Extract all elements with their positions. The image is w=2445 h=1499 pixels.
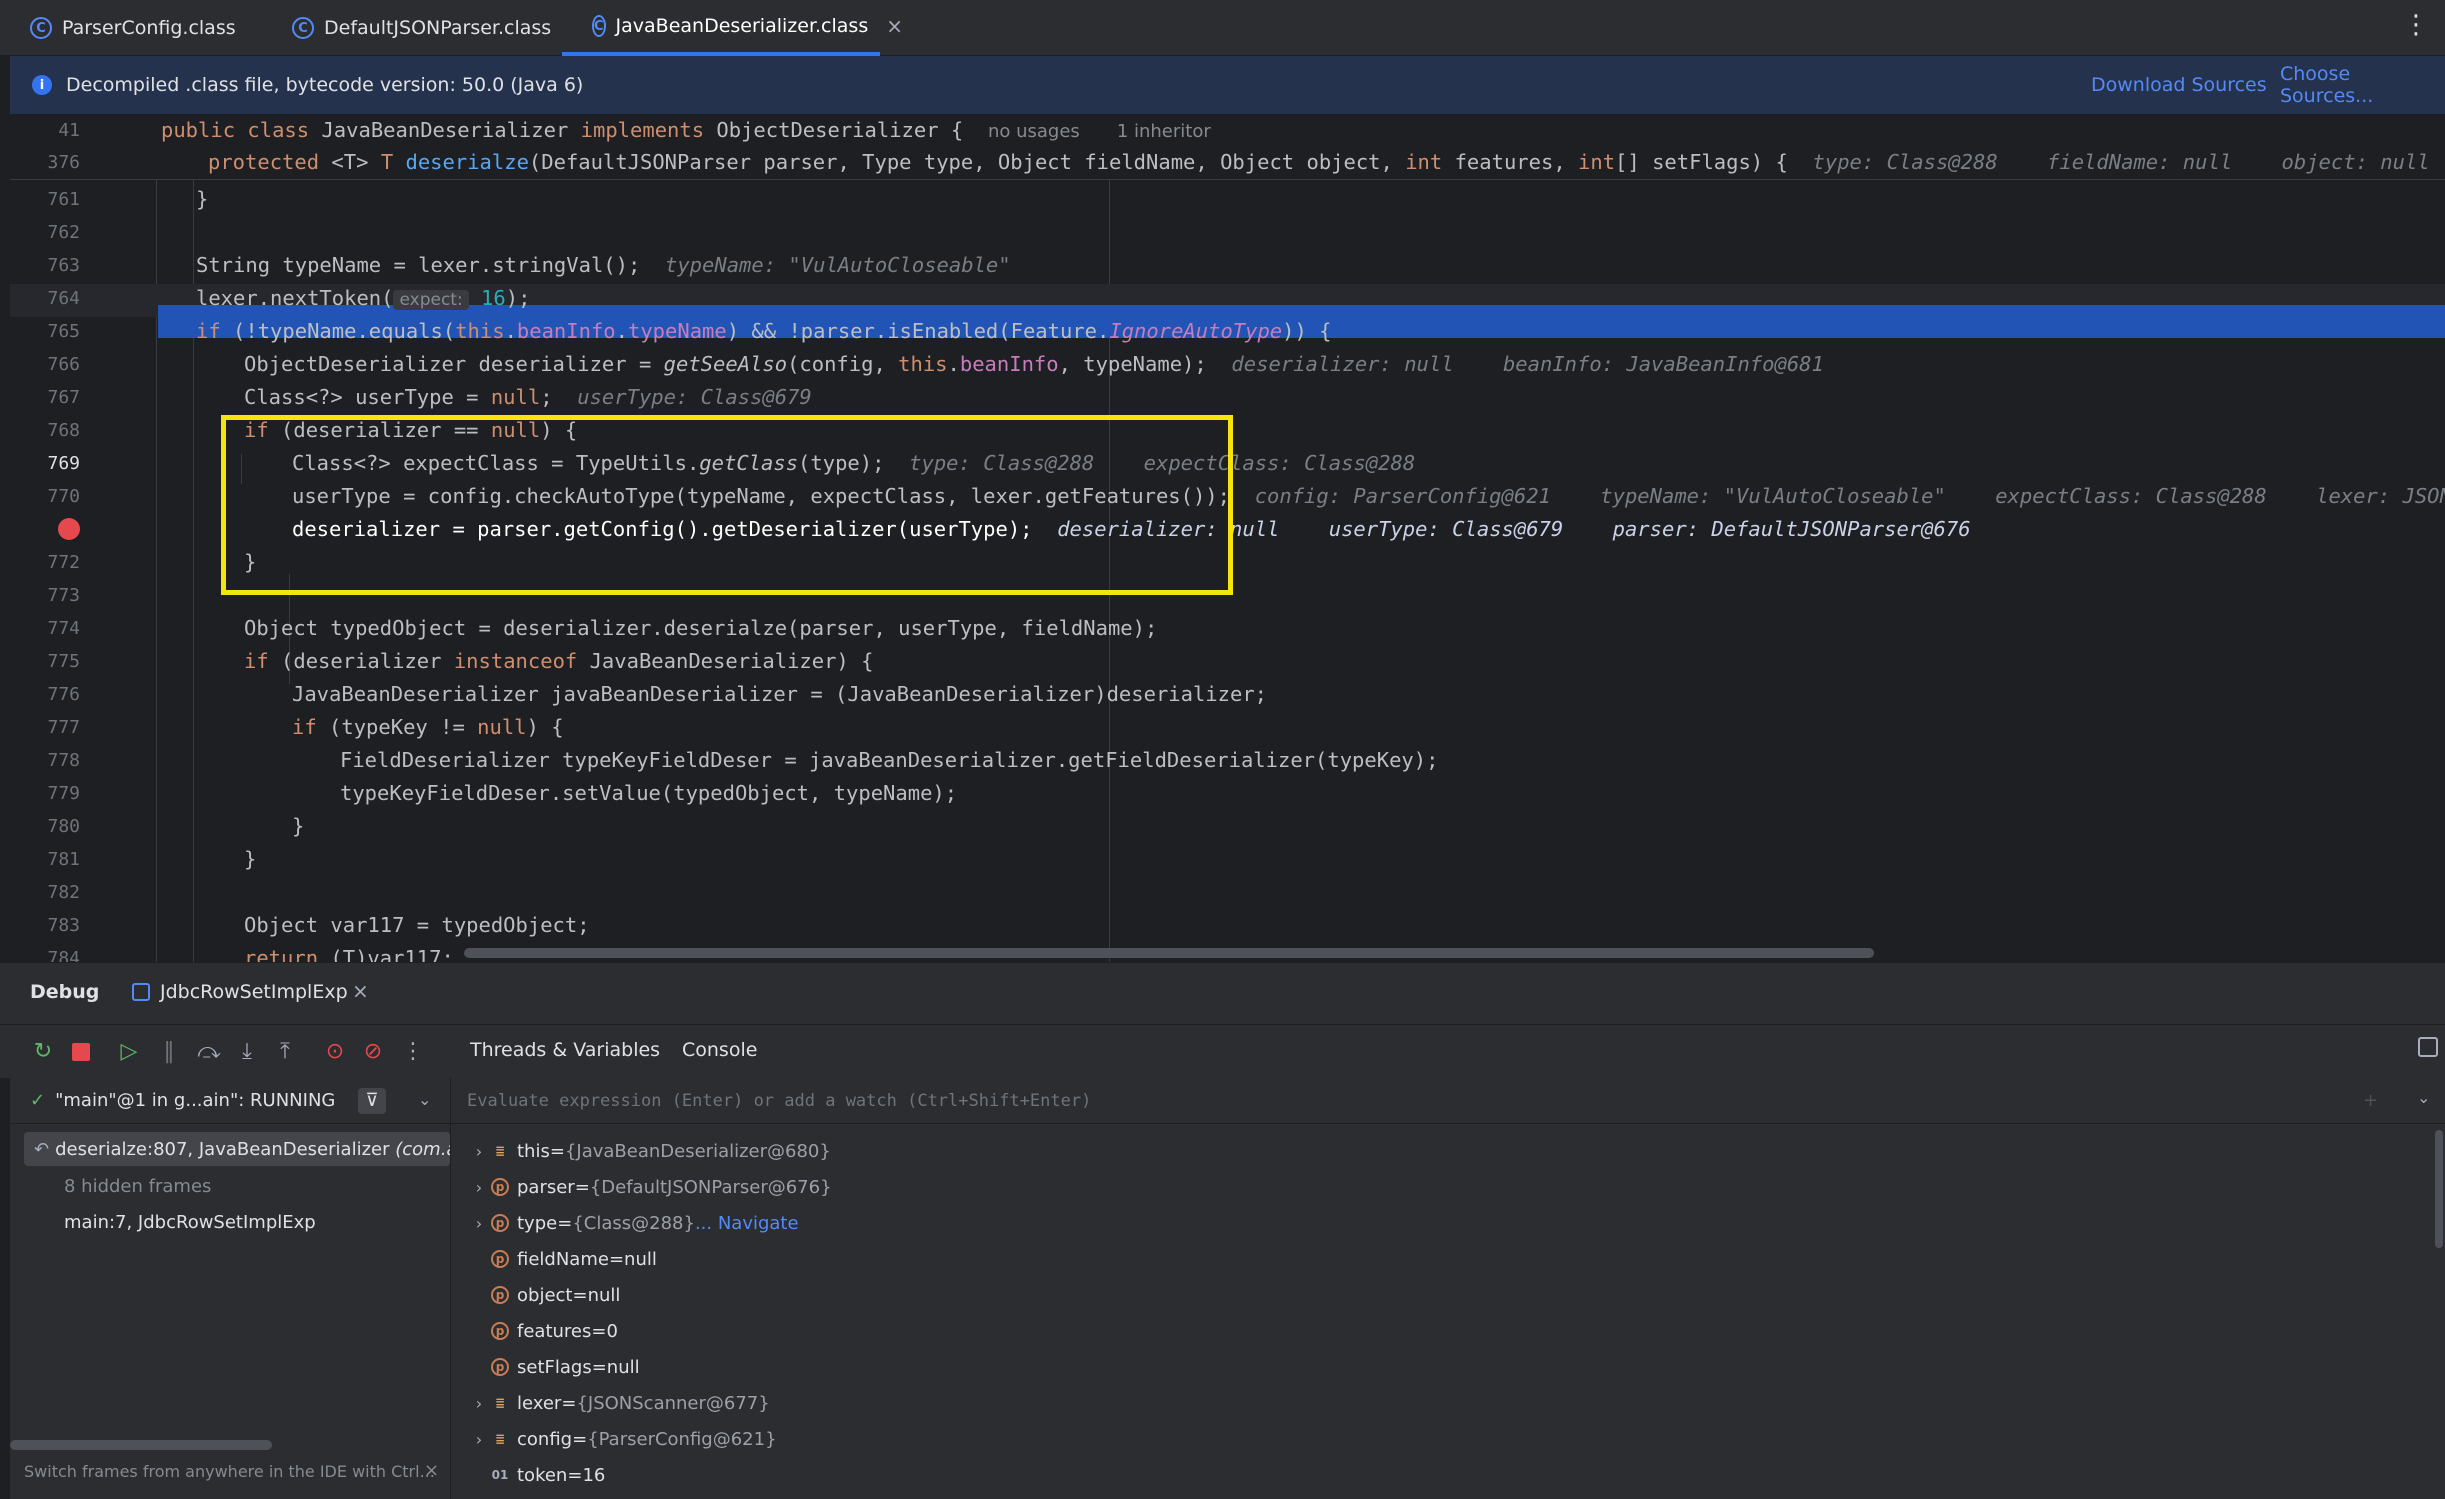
variable-row[interactable]: › ≣ this = {JavaBeanDeserializer@680} [467,1134,831,1168]
usages-hint: no usages [987,121,1080,142]
code-line-765: if (!typeName.equals(this.beanInfo.typeN… [196,319,1332,343]
sticky-lines: 41 public class JavaBeanDeserializer imp… [10,114,2445,180]
variable-row[interactable]: p fieldName = null [491,1242,657,1276]
tab-console[interactable]: Console [682,1039,757,1061]
variable-row[interactable]: p setFlags = null [491,1350,640,1384]
parameter-icon: p [491,1214,509,1232]
variable-row[interactable]: p object = null [491,1278,620,1312]
hint-footer: Switch frames from anywhere in the IDE w… [24,1462,435,1481]
variable-row[interactable]: p features = 0 [491,1314,618,1348]
code-line-763: String typeName = lexer.stringVal(); typ… [196,253,1011,277]
chevron-down-icon[interactable]: ⌄ [2417,1088,2430,1107]
close-icon[interactable]: × [886,14,903,38]
step-over-icon[interactable]: ⤼ [196,1039,222,1065]
variables-panel: Evaluate expression (Enter) or add a wat… [450,1078,2445,1499]
chevron-right-icon: › [475,1393,483,1413]
debug-title: Debug [30,981,100,1003]
variable-row[interactable]: › ≣ lexer = {JSONScanner@677} [467,1386,770,1420]
debug-toolbar: ↻ ▷ ‖ ⤼ ⤓ ⤒ ⊙ ⊘ ⋮ Threads & Variables Co… [0,1024,2445,1078]
chevron-right-icon: › [475,1177,483,1197]
variable-row[interactable]: 01 token = 16 [491,1458,606,1492]
download-sources-link[interactable]: Download Sources [2091,74,2267,96]
frame-item-selected[interactable]: ↶ deserialze:807, JavaBeanDeserializer (… [24,1132,450,1166]
class-icon: C [30,17,52,39]
resume-icon[interactable]: ▷ [116,1039,142,1065]
info-icon: i [32,75,52,95]
choose-sources-link[interactable]: Choose Sources... [2280,63,2445,107]
layout-icon[interactable] [2418,1037,2438,1057]
parameter-icon: p [491,1322,509,1340]
mute-breakpoints-icon[interactable]: ⊘ [360,1039,386,1065]
frames-panel: ✓ "main"@1 in g...ain": RUNNING ⊽ ⌄ ↶ de… [10,1078,450,1499]
parameter-icon: p [491,1250,509,1268]
chevron-right-icon: › [475,1429,483,1449]
field-icon: ≣ [494,1144,506,1158]
variable-row[interactable]: › p type = {Class@288} ... Navigate [467,1206,799,1240]
run-config-icon [132,983,150,1001]
frame-item[interactable]: main:7, JdbcRowSetImplExp [64,1212,316,1233]
debug-toolwindow-header: Debug JdbcRowSetImplExp × [0,962,2445,1024]
field-icon: ≣ [494,1396,506,1410]
pause-icon[interactable]: ‖ [156,1039,182,1065]
inheritor-hint: 1 inheritor [1116,121,1211,142]
code-editor[interactable]: 41 public class JavaBeanDeserializer imp… [10,114,2445,962]
code-line-767: Class<?> userType = null; userType: Clas… [244,385,812,409]
code-line-376: protected <T> T deserialze(DefaultJSONPa… [208,150,2445,174]
check-icon: ✓ [30,1090,46,1111]
close-icon[interactable]: × [352,979,369,1003]
hidden-frames[interactable]: 8 hidden frames [64,1176,211,1197]
debug-session-tab[interactable]: JdbcRowSetImplExp [160,981,348,1003]
add-watch-icon[interactable]: + [2363,1090,2378,1111]
code-line-41: public class JavaBeanDeserializer implem… [161,118,1211,142]
rerun-icon[interactable]: ↻ [30,1039,56,1065]
field-icon: ≣ [494,1432,506,1446]
class-icon: C [292,17,314,39]
parameter-icon: p [491,1178,509,1196]
code-line-766: ObjectDeserializer deserializer = getSee… [244,352,1824,376]
class-icon: C [592,15,606,37]
tab-defaultjsonparser[interactable]: C DefaultJSONParser.class [262,0,562,56]
indent-guide [289,574,290,684]
thread-selector[interactable]: ✓ "main"@1 in g...ain": RUNNING ⊽ ⌄ [10,1078,450,1124]
horizontal-scrollbar[interactable] [10,1440,272,1450]
decompiled-banner: i Decompiled .class file, bytecode versi… [10,56,2445,114]
vertical-scrollbar[interactable] [2435,1130,2443,1248]
primitive-icon: 01 [491,1468,509,1482]
navigate-link[interactable]: ... Navigate [695,1213,799,1234]
parameter-icon: p [491,1358,509,1376]
stop-icon[interactable] [68,1039,94,1065]
return-icon: ↶ [34,1138,50,1160]
parameter-icon: p [491,1286,509,1304]
evaluate-expression-field[interactable]: Evaluate expression (Enter) or add a wat… [451,1078,2445,1124]
editor-tab-bar: C ParserConfig.class C DefaultJSONParser.c… [0,0,2445,56]
step-into-icon[interactable]: ⤓ [234,1039,260,1065]
view-breakpoints-icon[interactable]: ⊙ [322,1039,348,1065]
tab-javabeandeserializer[interactable]: C JavaBeanDeserializer.class × [562,0,903,56]
tab-parserconfig[interactable]: C ParserConfig.class [0,0,262,56]
filter-icon[interactable]: ⊽ [358,1088,386,1114]
step-out-icon[interactable]: ⤒ [272,1039,298,1065]
variable-row[interactable]: › ≣ config = {ParserConfig@621} [467,1422,777,1456]
chevron-down-icon[interactable]: ⌄ [418,1090,431,1109]
more-vertical-icon[interactable]: ⋮ [400,1039,426,1065]
tab-threads-variables[interactable]: Threads & Variables [470,1039,660,1061]
code-line-764: lexer.nextToken(expect: 16); [196,286,531,310]
close-icon[interactable]: × [424,1460,439,1481]
more-vertical-icon[interactable]: ⋮ [2403,10,2429,40]
chevron-right-icon: › [475,1141,483,1161]
indent-guide [241,454,242,484]
variable-row[interactable]: › p parser = {DefaultJSONParser@676} [467,1170,832,1204]
chevron-right-icon: › [475,1213,483,1233]
